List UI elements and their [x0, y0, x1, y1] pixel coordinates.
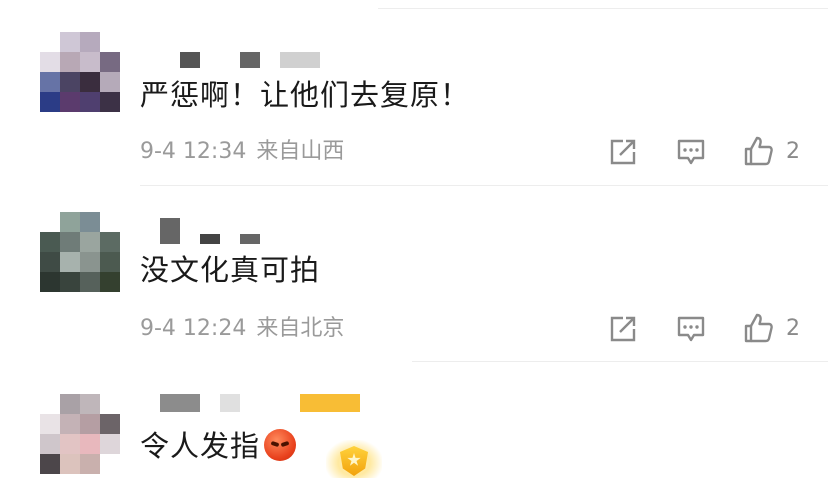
comment-date: 9-4 12:24 [140, 316, 247, 341]
thumbs-up-icon[interactable] [742, 135, 774, 167]
fan-badge-icon[interactable] [326, 440, 382, 478]
comment-location: 来自山西 [256, 139, 345, 164]
comment-date: 9-4 12:34 [140, 139, 247, 164]
comment-icon[interactable] [676, 314, 706, 344]
angry-face-emoji [264, 429, 297, 461]
avatar[interactable] [40, 32, 120, 112]
comment-text: 没文化真可拍 [140, 253, 321, 287]
comment-item: 令人发指 [0, 362, 828, 478]
comment-meta: 9-4 12:34 来自山西 [140, 137, 344, 167]
share-icon[interactable] [608, 314, 638, 344]
avatar[interactable] [40, 212, 120, 292]
comment-text-content: 令人发指 [140, 429, 261, 463]
comment-item: 严惩啊！让他们去复原！ 9-4 12:34 来自山西 2 [0, 0, 828, 186]
thumbs-up-icon[interactable] [742, 312, 774, 344]
comment-meta: 9-4 12:24 来自北京 [140, 314, 344, 344]
comment-icon[interactable] [676, 137, 706, 167]
comment-location: 来自北京 [256, 316, 345, 341]
avatar[interactable] [40, 394, 120, 474]
comment-text: 严惩啊！让他们去复原！ [140, 78, 471, 112]
like-count: 2 [786, 139, 800, 164]
comment-item: 没文化真可拍 9-4 12:24 来自北京 2 [0, 186, 828, 362]
like-count: 2 [786, 316, 800, 341]
comment-text: 令人发指 [140, 426, 297, 466]
share-icon[interactable] [608, 137, 638, 167]
